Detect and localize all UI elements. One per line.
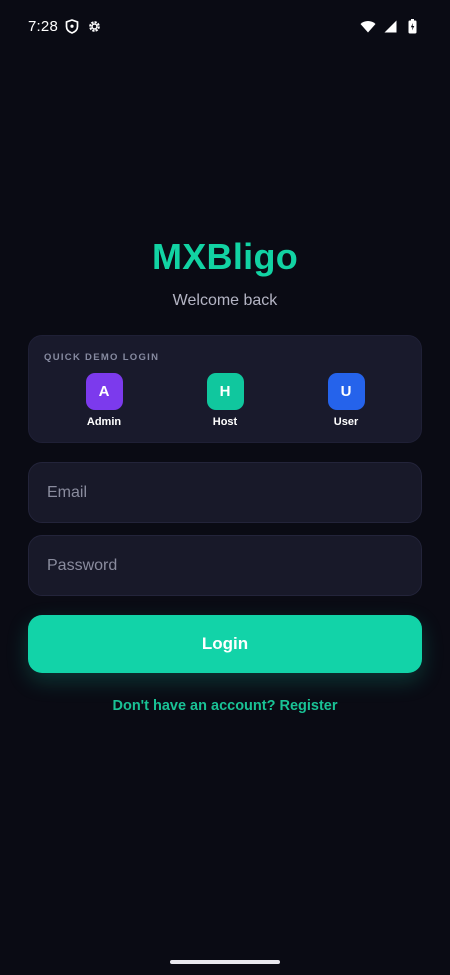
quick-demo-card: QUICK DEMO LOGIN A Admin H Host U User [28,335,422,443]
status-bar-left: 7:28 [28,18,102,35]
home-indicator[interactable] [170,960,280,964]
host-avatar: H [206,373,244,410]
app-title: MXBligo [151,236,299,277]
demo-login-user-button[interactable]: U User [306,373,386,428]
host-label: Host [212,416,238,428]
status-bar: 7:28 [0,0,450,52]
quick-demo-heading: QUICK DEMO LOGIN [44,352,160,363]
register-link[interactable]: Don't have an account? Register [0,698,450,714]
admin-label: Admin [86,416,122,428]
status-time: 7:28 [28,17,58,35]
demo-login-host-button[interactable]: H Host [185,373,265,428]
wifi-icon [360,18,376,34]
demo-login-admin-button[interactable]: A Admin [64,373,144,428]
login-screen: 7:28 MXBligo Welcome back QUICK DEMO LOG… [0,0,450,975]
email-field[interactable] [28,462,422,523]
welcome-subtitle: Welcome back [172,292,278,309]
gear-icon [86,18,102,34]
status-bar-right [360,18,420,34]
login-button[interactable]: Login [28,615,422,673]
battery-icon [404,18,420,34]
admin-avatar: A [85,373,123,410]
user-label: User [333,416,359,428]
shield-icon [64,18,80,34]
user-avatar: U [327,373,365,410]
password-field[interactable] [28,535,422,596]
signal-icon [382,18,398,34]
